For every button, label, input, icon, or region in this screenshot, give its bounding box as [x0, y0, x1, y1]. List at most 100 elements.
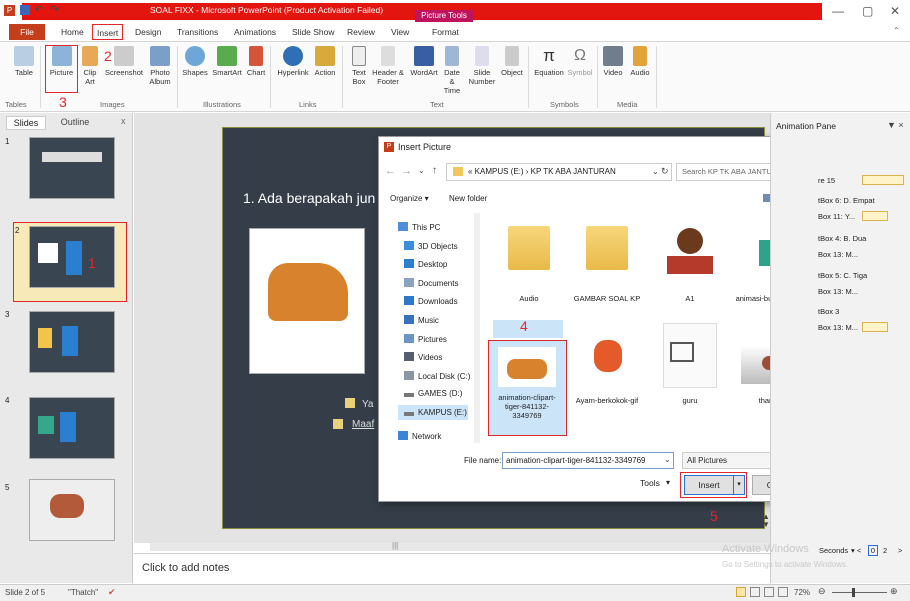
- symbol-button[interactable]: Ω Symbol: [566, 46, 594, 88]
- animation-item-9[interactable]: Box 13: M...: [818, 323, 858, 332]
- zoom-in-icon[interactable]: ⊕: [890, 586, 898, 597]
- file-label-ayam[interactable]: Ayam-berkokok-gif: [571, 396, 643, 405]
- forward-icon[interactable]: →: [401, 165, 412, 177]
- chevron-down-icon[interactable]: ▾: [666, 478, 670, 487]
- slide-thumbnail-1[interactable]: [29, 137, 115, 199]
- close-icon[interactable]: ✕: [890, 4, 900, 18]
- tab-design[interactable]: Design: [131, 24, 165, 40]
- normal-view-icon[interactable]: [736, 587, 746, 597]
- timeline-prev-icon[interactable]: ▾ <: [851, 546, 861, 555]
- animation-item-1[interactable]: re 15: [818, 176, 835, 185]
- minimize-icon[interactable]: —: [832, 4, 844, 18]
- new-folder-button[interactable]: New folder: [449, 194, 487, 203]
- notes-placeholder[interactable]: Click to add notes: [142, 562, 229, 574]
- animation-item-7[interactable]: Box 13: M...: [818, 287, 858, 296]
- ribbon-collapse-icon[interactable]: ⌃: [893, 26, 900, 35]
- nav-desktop[interactable]: Desktop: [404, 259, 447, 269]
- smartart-button[interactable]: SmartArt: [211, 46, 243, 88]
- file-label-a1[interactable]: A1: [654, 294, 726, 303]
- picture-button[interactable]: Picture: [45, 45, 78, 93]
- tools-button[interactable]: Tools: [640, 478, 660, 488]
- text-box-button[interactable]: Text Box: [348, 46, 370, 88]
- nav-documents[interactable]: Documents: [404, 278, 458, 288]
- file-label-audio[interactable]: Audio: [493, 294, 565, 303]
- chevron-down-icon[interactable]: ⌄: [418, 166, 425, 175]
- file-label-tiger[interactable]: animation-clipart-tiger-841132-3349769: [491, 393, 563, 420]
- tab-review[interactable]: Review: [343, 24, 379, 40]
- nav-scrollbar[interactable]: [474, 213, 480, 443]
- animation-item-2[interactable]: tBox 6: D. Empat: [818, 196, 875, 205]
- action-button[interactable]: Action: [312, 46, 338, 88]
- tab-slides[interactable]: Slides: [6, 116, 46, 130]
- slide-sorter-icon[interactable]: [750, 587, 760, 597]
- zoom-slider-thumb[interactable]: [852, 588, 855, 597]
- folder-audio-icon[interactable]: [508, 226, 550, 270]
- nav-kampus-e[interactable]: KAMPUS (E:): [404, 408, 467, 417]
- slide-text-line-1[interactable]: Ya: [362, 399, 374, 410]
- tab-outline[interactable]: Outline: [52, 116, 98, 130]
- seconds-dropdown[interactable]: Seconds: [819, 546, 848, 555]
- organize-button[interactable]: Organize ▾: [390, 194, 429, 203]
- date-time-button[interactable]: Date & Time: [441, 46, 463, 95]
- tab-insert[interactable]: Insert: [92, 24, 124, 40]
- nav-pictures[interactable]: Pictures: [404, 334, 447, 344]
- equation-button[interactable]: π Equation: [532, 46, 566, 88]
- breadcrumb[interactable]: « KAMPUS (E:) › KP TK ABA JANTURAN: [468, 167, 616, 176]
- horizontal-scrollbar[interactable]: [150, 543, 770, 551]
- animation-item-6[interactable]: tBox 5: C. Tiga: [818, 271, 867, 280]
- nav-videos[interactable]: Videos: [404, 352, 442, 362]
- insert-dropdown-icon[interactable]: ▾: [733, 475, 745, 495]
- tab-format[interactable]: Format: [428, 24, 463, 40]
- panel-close-icon[interactable]: x: [121, 116, 126, 126]
- slideshow-icon[interactable]: [778, 587, 788, 597]
- zoom-slider[interactable]: [832, 592, 887, 593]
- up-icon[interactable]: ↑: [432, 165, 437, 176]
- object-button[interactable]: Object: [500, 46, 524, 88]
- tiger-picture[interactable]: [249, 228, 365, 374]
- file-label-gambar-soal[interactable]: GAMBAR SOAL KP: [571, 294, 643, 303]
- restore-icon[interactable]: ▢: [862, 4, 873, 18]
- slide-thumbnail-3[interactable]: [29, 311, 115, 373]
- animation-pane-menu-icon[interactable]: ▼ ×: [887, 120, 904, 130]
- save-icon[interactable]: [20, 5, 30, 15]
- animation-item-5[interactable]: Box 13: M...: [818, 250, 858, 259]
- thumbnail-a1[interactable]: [660, 222, 720, 288]
- tab-view[interactable]: View: [387, 24, 413, 40]
- table-button[interactable]: Table: [12, 46, 36, 88]
- tab-transitions[interactable]: Transitions: [173, 24, 222, 40]
- wordart-button[interactable]: WordArt: [408, 46, 440, 88]
- shapes-button[interactable]: Shapes: [181, 46, 209, 88]
- nav-3d-objects[interactable]: 3D Objects: [404, 241, 458, 251]
- nav-downloads[interactable]: Downloads: [404, 296, 458, 306]
- zoom-level[interactable]: 72%: [794, 588, 810, 597]
- audio-button[interactable]: Audio: [628, 46, 652, 88]
- header-footer-button[interactable]: Header & Footer: [372, 46, 404, 88]
- slide-thumbnail-2[interactable]: [29, 226, 115, 288]
- slide-number-button[interactable]: Slide Number: [467, 46, 497, 88]
- file-label-guru[interactable]: guru: [654, 396, 726, 405]
- reading-view-icon[interactable]: [764, 587, 774, 597]
- tab-slide-show[interactable]: Slide Show: [288, 24, 339, 40]
- timeline-next-icon[interactable]: >: [898, 546, 902, 555]
- insert-button[interactable]: Insert: [684, 475, 734, 495]
- nav-this-pc[interactable]: This PC: [398, 222, 440, 232]
- tab-home[interactable]: Home: [57, 24, 88, 40]
- nav-network[interactable]: Network: [398, 431, 441, 441]
- clip-art-button[interactable]: Clip Art: [80, 46, 100, 88]
- slide-thumbnail-5[interactable]: [29, 479, 115, 541]
- back-icon[interactable]: ←: [385, 165, 396, 177]
- animation-item-4[interactable]: tBox 4: B. Dua: [818, 234, 866, 243]
- hyperlink-button[interactable]: Hyperlink: [276, 46, 310, 88]
- nav-local-disk-c[interactable]: Local Disk (C:): [404, 371, 470, 381]
- undo-icon[interactable]: ↶: [34, 3, 43, 16]
- timeline-page[interactable]: 0: [868, 545, 878, 556]
- refresh-icon[interactable]: ↻: [661, 166, 669, 177]
- redo-icon[interactable]: ↷: [50, 3, 59, 16]
- zoom-out-icon[interactable]: ⊖: [818, 586, 826, 597]
- animation-item-3[interactable]: Box 11: Y...: [818, 212, 855, 221]
- nav-music[interactable]: Music: [404, 315, 439, 325]
- video-button[interactable]: Video: [602, 46, 624, 88]
- tab-file[interactable]: File: [9, 24, 45, 40]
- reorder-icon[interactable]: ▲ ▼: [762, 513, 770, 529]
- slide-thumbnail-4[interactable]: [29, 397, 115, 459]
